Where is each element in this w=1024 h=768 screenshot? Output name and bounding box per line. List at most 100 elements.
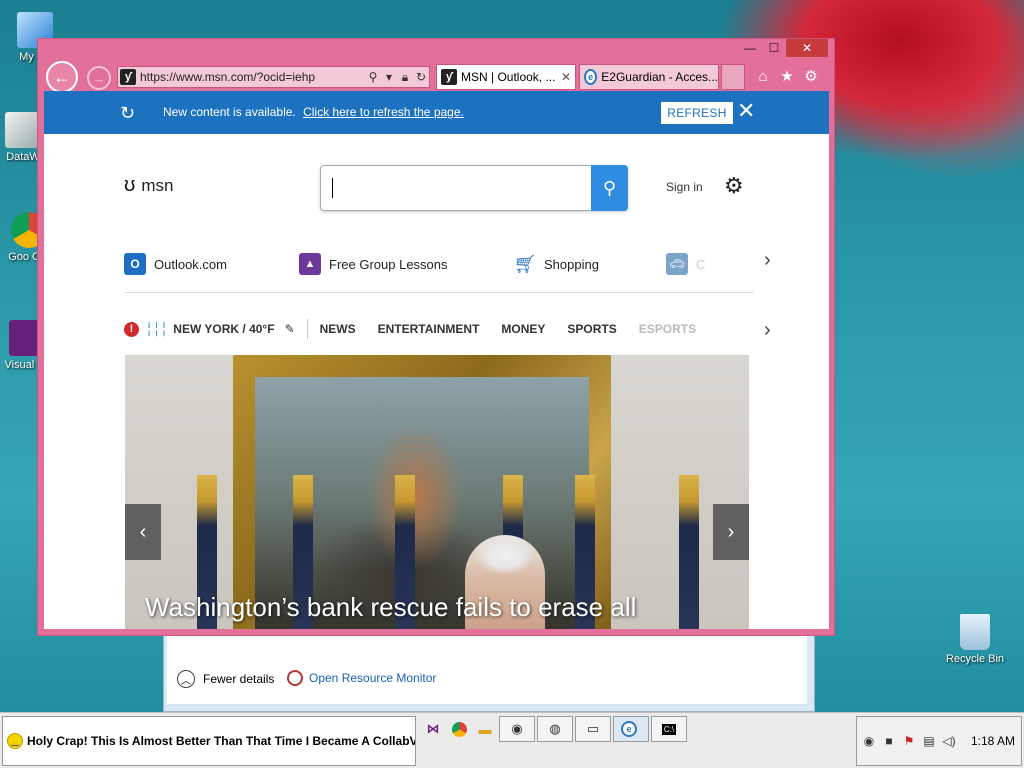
quicklink-car[interactable]: 🚗︎ C (666, 251, 705, 277)
quicklink-outlook[interactable]: O Outlook.com (124, 251, 227, 277)
msn-logo-text: msn (141, 175, 174, 195)
refresh-icon[interactable]: ↻ (413, 70, 429, 84)
graduation-cap-icon: ▲ (299, 253, 321, 275)
quicklink-free-group-lessons[interactable]: ▲ Free Group Lessons (299, 251, 448, 277)
folder-icon[interactable]: ▬ (473, 716, 497, 742)
search-button[interactable]: ⚲ (591, 165, 628, 211)
sign-in-link[interactable]: Sign in (666, 180, 703, 194)
msn-favicon-icon: ƴ (441, 69, 457, 85)
flag-pole (679, 475, 699, 629)
close-window-button[interactable]: ✕ (786, 39, 828, 57)
window-controls: — ☐ ✕ (738, 39, 828, 57)
nav-esports[interactable]: ESPORTS (639, 322, 696, 336)
fewer-details-button[interactable]: ︿ Fewer details (177, 670, 274, 688)
notification-text: New content is available. Click here to … (163, 105, 464, 119)
marquee-text: Holy Crap! This Is Almost Better Than Th… (27, 734, 416, 748)
page-viewport: ↻ New content is available. Click here t… (44, 91, 829, 629)
gear-icon[interactable]: ⚙ (802, 67, 820, 85)
msn-logo[interactable]: ʊ msn (124, 174, 174, 197)
favorites-star-icon[interactable]: ★ (778, 67, 796, 85)
new-tab-button[interactable] (721, 64, 745, 90)
tab-label: MSN | Outlook, ... (461, 70, 556, 84)
gear-icon[interactable]: ⚙ (724, 173, 744, 199)
category-nav: ! ╎╎╎ NEW YORK / 40°F ✎ NEWS ENTERTAINME… (124, 317, 754, 341)
desktop-icon-label: Recycle Bin (945, 653, 1005, 665)
taskbar-remote-button[interactable]: ▭ (575, 716, 611, 742)
tab-e2guardian[interactable]: e E2Guardian - Acces... (579, 64, 719, 90)
quicklink-label: C (696, 256, 706, 272)
rain-icon: ╎╎╎ (145, 320, 168, 337)
search-input[interactable]: ⚲ (320, 165, 628, 211)
tab-label: E2Guardian - Acces... (601, 70, 718, 84)
taskbar-apps: ⋈ ▬ ◉ ◍ ▭ e C:\ (421, 716, 687, 742)
lock-icon[interactable]: 🔒︎ (397, 70, 413, 85)
hero-painting-frame (233, 355, 611, 629)
weather-alert-icon[interactable]: ! (124, 321, 139, 337)
refresh-page-link[interactable]: Click here to refresh the page. (303, 105, 464, 119)
weather-location[interactable]: NEW YORK / 40°F (173, 322, 274, 336)
taskbar-task-manager-button[interactable]: ◉ (499, 716, 535, 742)
fewer-details-label: Fewer details (203, 672, 275, 686)
chrome-icon[interactable] (447, 716, 471, 742)
nav-sports[interactable]: SPORTS (567, 322, 616, 336)
stop-icon[interactable]: ■ (881, 733, 897, 749)
system-tray: ◉ ■ ⚑ ▤ ◁) 1:18 AM (856, 716, 1022, 766)
monitor-icon: ▭ (586, 721, 600, 736)
desktop-icon-recycle-bin[interactable]: Recycle Bin (940, 614, 1010, 666)
open-resource-monitor-label: Open Resource Monitor (309, 671, 437, 685)
msn-favicon-icon: ƴ (120, 69, 136, 85)
close-notification-icon[interactable]: ✕ (737, 98, 755, 124)
clock[interactable]: 1:18 AM (971, 734, 1015, 748)
car-icon: 🚗︎ (666, 253, 688, 275)
quicklink-shopping[interactable]: 🛒︎ Shopping (514, 251, 599, 277)
carousel-next-button[interactable]: › (713, 504, 749, 560)
maximize-button[interactable]: ☐ (762, 39, 786, 57)
hero-headline[interactable]: Washington’s bank rescue fails to erase … (145, 592, 636, 623)
steam-icon: ◉ (511, 721, 523, 736)
hero-carousel[interactable]: ‹ › Washington’s bank rescue fails to er… (125, 355, 749, 629)
globe-icon: ◍ (549, 721, 561, 736)
text-caret (332, 178, 333, 198)
nav-money[interactable]: MONEY (501, 322, 545, 336)
ie-favicon-icon: e (584, 69, 598, 85)
network-icon[interactable]: ▤ (921, 733, 937, 749)
taskbar-cmd-button[interactable]: C:\ (651, 716, 687, 742)
quicklink-label: Shopping (544, 256, 599, 272)
pencil-icon[interactable]: ✎ (285, 322, 295, 336)
search-icon: ⚲ (602, 177, 617, 198)
address-text[interactable]: https://www.msn.com/?ocid=iehp (140, 70, 365, 84)
taskbar-ie-button[interactable]: e (613, 716, 649, 742)
app-shortcut-icon (5, 112, 41, 148)
home-icon[interactable]: ⌂ (754, 67, 772, 85)
flag-alert-icon[interactable]: ⚑ (901, 733, 917, 749)
chevron-right-icon[interactable]: › (764, 319, 771, 342)
marquee-banner: ‿ Holy Crap! This Is Almost Better Than … (2, 716, 416, 766)
open-resource-monitor-link[interactable]: Open Resource Monitor (287, 670, 436, 686)
visual-studio-icon[interactable]: ⋈ (421, 716, 445, 742)
taskbar-network-button[interactable]: ◍ (537, 716, 573, 742)
chevron-up-icon: ︿ (177, 670, 195, 688)
chevron-right-icon[interactable]: › (764, 249, 771, 272)
msn-butterfly-icon: ʊ (124, 174, 136, 196)
close-tab-icon[interactable]: ✕ (561, 70, 571, 84)
steam-icon[interactable]: ◉ (861, 733, 877, 749)
quicklinks-bar: O Outlook.com ▲ Free Group Lessons 🛒︎ Sh… (124, 251, 754, 293)
dropdown-icon[interactable]: ▾ (381, 70, 397, 84)
shopping-cart-icon: 🛒︎ (513, 253, 537, 274)
volume-icon[interactable]: ◁) (941, 733, 957, 749)
address-bar[interactable]: ƴ https://www.msn.com/?ocid=iehp ⚲ ▾ 🔒︎ … (117, 66, 430, 88)
taskbar: ‿ Holy Crap! This Is Almost Better Than … (0, 712, 1024, 768)
tab-msn[interactable]: ƴ MSN | Outlook, ... ✕ (436, 64, 576, 90)
nav-entertainment[interactable]: ENTERTAINMENT (378, 322, 480, 336)
minimize-button[interactable]: — (738, 39, 762, 57)
search-icon[interactable]: ⚲ (365, 70, 381, 84)
forward-button[interactable]: → (87, 66, 111, 90)
notification-bar: ↻ New content is available. Click here t… (44, 91, 829, 134)
cmd-icon: C:\ (661, 723, 677, 735)
carousel-prev-button[interactable]: ‹ (125, 504, 161, 560)
quicklink-label: Free Group Lessons (329, 256, 448, 272)
back-button[interactable]: ← (46, 61, 78, 93)
nav-news[interactable]: NEWS (320, 322, 356, 336)
outlook-icon: O (124, 253, 146, 275)
refresh-button[interactable]: REFRESH (661, 102, 733, 124)
